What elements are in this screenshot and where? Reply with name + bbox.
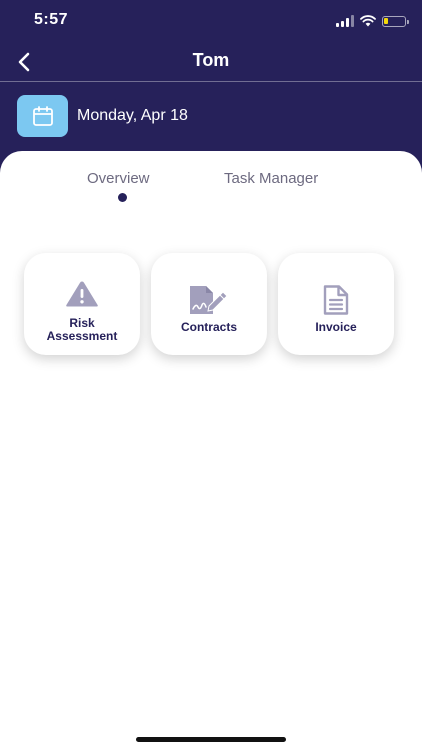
status-bar: 5:57 [0, 0, 422, 44]
contracts-card[interactable]: Contracts [151, 253, 267, 355]
risk-assessment-card[interactable]: Risk Assessment [24, 253, 140, 355]
card-label: Invoice [315, 320, 357, 334]
nav-bar: Tom [0, 40, 422, 82]
card-label: Risk Assessment [46, 316, 118, 343]
cellular-signal-icon [336, 15, 354, 27]
date-row: Monday, Apr 18 [17, 95, 188, 137]
battery-icon [382, 15, 409, 27]
contract-signature-icon [190, 286, 228, 314]
calendar-button[interactable] [17, 95, 68, 137]
tab-task-manager[interactable]: Task Manager [224, 170, 318, 187]
warning-icon [66, 281, 98, 307]
active-tab-indicator [118, 193, 127, 202]
battery-level [384, 17, 388, 24]
main-content: Overview Task Manager Risk Assessment Con… [0, 151, 422, 750]
page-title: Tom [192, 50, 230, 70]
header-divider [0, 81, 422, 82]
home-indicator[interactable] [136, 737, 286, 742]
calendar-icon [32, 106, 53, 126]
status-time: 5:57 [34, 11, 69, 28]
tab-overview[interactable]: Overview [87, 170, 150, 187]
document-icon [323, 285, 349, 315]
header: 5:57 Tom Monday, Apr 18 [0, 0, 422, 170]
invoice-card[interactable]: Invoice [278, 253, 394, 355]
status-icons [336, 14, 409, 28]
date-label: Monday, Apr 18 [77, 107, 188, 124]
card-label: Contracts [180, 320, 237, 334]
wifi-icon [360, 15, 376, 27]
